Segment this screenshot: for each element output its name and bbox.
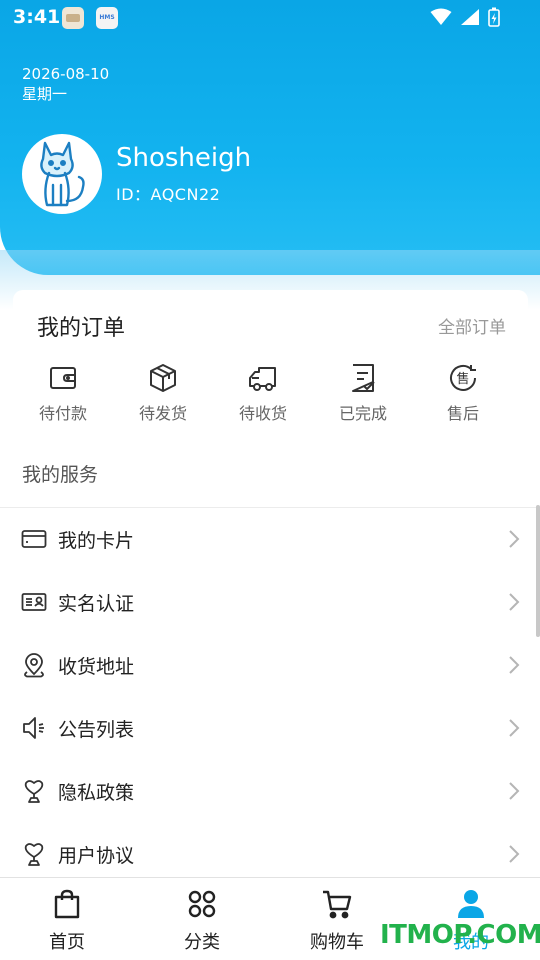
order-item-label: 已完成 bbox=[338, 404, 387, 423]
chevron-right-icon bbox=[509, 530, 520, 548]
status-bar: 3:41 HMS bbox=[0, 0, 540, 36]
status-time: 3:41 bbox=[13, 6, 61, 28]
heart-trophy-icon bbox=[24, 843, 44, 866]
service-item-privacy-policy[interactable]: 隐私政策 bbox=[0, 760, 540, 823]
system-icons bbox=[430, 7, 500, 27]
service-list: 我的卡片 实名认证 收货地址 公告列表 隐私政策 用户协议 bbox=[0, 508, 540, 886]
service-item-label: 我的卡片 bbox=[58, 530, 135, 552]
service-item-label: 用户协议 bbox=[58, 845, 135, 867]
order-item-label: 售后 bbox=[446, 404, 479, 423]
service-item-my-cards[interactable]: 我的卡片 bbox=[0, 508, 540, 571]
wallet-icon bbox=[50, 367, 76, 389]
orders-title: 我的订单 bbox=[37, 316, 126, 341]
service-item-announcements[interactable]: 公告列表 bbox=[0, 697, 540, 760]
nav-cart[interactable]: 购物车 bbox=[292, 888, 382, 954]
service-item-label: 实名认证 bbox=[58, 593, 135, 615]
nav-label: 分类 bbox=[184, 932, 220, 953]
chevron-right-icon bbox=[509, 656, 520, 674]
order-item-label: 待收货 bbox=[238, 404, 287, 423]
service-item-real-name[interactable]: 实名认证 bbox=[0, 571, 540, 634]
services-title: 我的服务 bbox=[22, 464, 99, 486]
after-sale-icon: 售 bbox=[450, 364, 476, 391]
scrollbar[interactable] bbox=[536, 505, 540, 637]
current-weekday: 星期一 bbox=[22, 85, 68, 103]
current-date: 2026-08-10 bbox=[22, 65, 110, 83]
chevron-right-icon bbox=[509, 845, 520, 863]
hms-notification-icon: HMS bbox=[96, 7, 118, 29]
cart-icon bbox=[323, 890, 352, 919]
all-orders-link[interactable]: 全部订单 bbox=[438, 313, 506, 338]
location-pin-icon bbox=[24, 653, 44, 678]
id-card-icon bbox=[21, 593, 47, 611]
battery-icon bbox=[488, 7, 500, 27]
order-completed[interactable]: 已完成 bbox=[313, 362, 413, 424]
username: Shosheigh bbox=[116, 143, 252, 173]
order-pending-payment[interactable]: 待付款 bbox=[13, 362, 113, 424]
nav-label: 首页 bbox=[49, 932, 85, 953]
user-icon bbox=[458, 890, 484, 918]
cat-avatar-icon bbox=[40, 141, 85, 207]
wifi-icon bbox=[430, 8, 452, 25]
user-id: ID：AQCN22 bbox=[116, 185, 221, 204]
order-pending-shipment[interactable]: 待发货 bbox=[113, 362, 213, 424]
order-after-sale[interactable]: 售 售后 bbox=[413, 362, 513, 424]
service-item-label: 隐私政策 bbox=[58, 782, 135, 804]
truck-icon bbox=[249, 367, 276, 391]
watermark: ITMOP.COM bbox=[380, 920, 540, 950]
order-status-row: 待付款 待发货 待收货 已完成 售 售后 bbox=[13, 362, 528, 424]
nav-category[interactable]: 分类 bbox=[157, 888, 247, 954]
checklist-icon bbox=[352, 364, 375, 392]
signal-icon bbox=[461, 9, 479, 25]
chevron-right-icon bbox=[509, 782, 520, 800]
nav-home[interactable]: 首页 bbox=[22, 888, 112, 954]
profile-page: 3:41 HMS 2026-08-10 星期一 Shosheigh ID：AQC… bbox=[0, 0, 540, 960]
grid-circles-icon bbox=[188, 890, 216, 918]
service-item-label: 收货地址 bbox=[58, 656, 135, 678]
nav-label: 购物车 bbox=[310, 932, 364, 953]
heart-trophy-icon bbox=[24, 780, 44, 803]
svg-text:售: 售 bbox=[456, 371, 469, 387]
notification-app-icon bbox=[62, 7, 84, 29]
chevron-right-icon bbox=[509, 593, 520, 611]
orders-card: 我的订单 全部订单 待付款 待发货 待收货 已完成 售 售后 bbox=[13, 290, 528, 436]
avatar[interactable] bbox=[22, 134, 102, 214]
order-item-label: 待付款 bbox=[38, 404, 87, 423]
profile-header-background bbox=[0, 0, 540, 275]
order-item-label: 待发货 bbox=[138, 404, 187, 423]
service-item-label: 公告列表 bbox=[58, 719, 135, 741]
service-item-address[interactable]: 收货地址 bbox=[0, 634, 540, 697]
card-icon bbox=[21, 530, 47, 548]
package-icon bbox=[150, 364, 176, 392]
order-pending-receipt[interactable]: 待收货 bbox=[213, 362, 313, 424]
chevron-right-icon bbox=[509, 719, 520, 737]
shopping-bag-icon bbox=[54, 889, 80, 919]
speaker-icon bbox=[23, 717, 44, 739]
